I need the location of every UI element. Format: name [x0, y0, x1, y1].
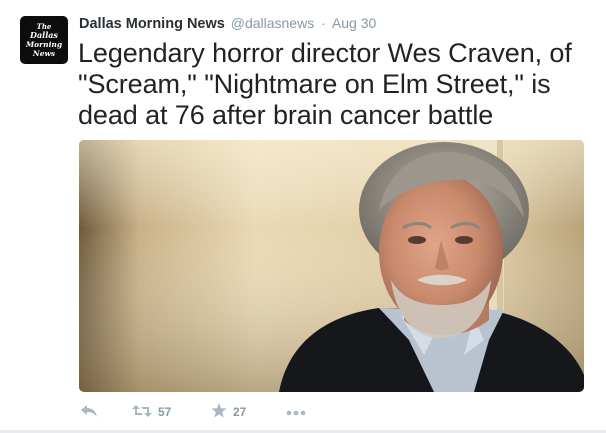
author-handle[interactable]: @dallasnews	[231, 15, 314, 31]
more-dots-icon	[286, 405, 306, 419]
star-icon	[211, 403, 227, 421]
reply-button[interactable]	[80, 402, 98, 422]
retweet-count: 57	[158, 405, 172, 419]
favorite-count: 27	[233, 405, 247, 419]
more-button[interactable]	[286, 402, 306, 422]
svg-text:Dallas: Dallas	[29, 30, 58, 40]
favorite-button[interactable]: 27	[211, 402, 246, 422]
tweet-photo[interactable]	[79, 140, 584, 392]
separator: ·	[321, 15, 326, 31]
portrait-photo	[79, 140, 584, 392]
newspaper-logo-icon: The Dallas Morning News	[24, 20, 64, 60]
svg-text:Morning: Morning	[25, 40, 62, 49]
tweet-timestamp[interactable]: Aug 30	[332, 15, 376, 31]
reply-icon	[80, 404, 98, 421]
tweet-header: Dallas Morning News @dallasnews · Aug 30	[79, 15, 376, 35]
tweet-actions: 57 27	[80, 402, 340, 422]
svg-text:News: News	[32, 49, 56, 58]
avatar[interactable]: The Dallas Morning News	[20, 16, 68, 64]
retweet-icon	[132, 404, 152, 421]
retweet-button[interactable]: 57	[132, 402, 171, 422]
author-name[interactable]: Dallas Morning News	[79, 16, 225, 32]
tweet-text: Legendary horror director Wes Craven, of…	[78, 38, 572, 130]
tweet: The Dallas Morning News Dallas Morning N…	[0, 0, 606, 433]
